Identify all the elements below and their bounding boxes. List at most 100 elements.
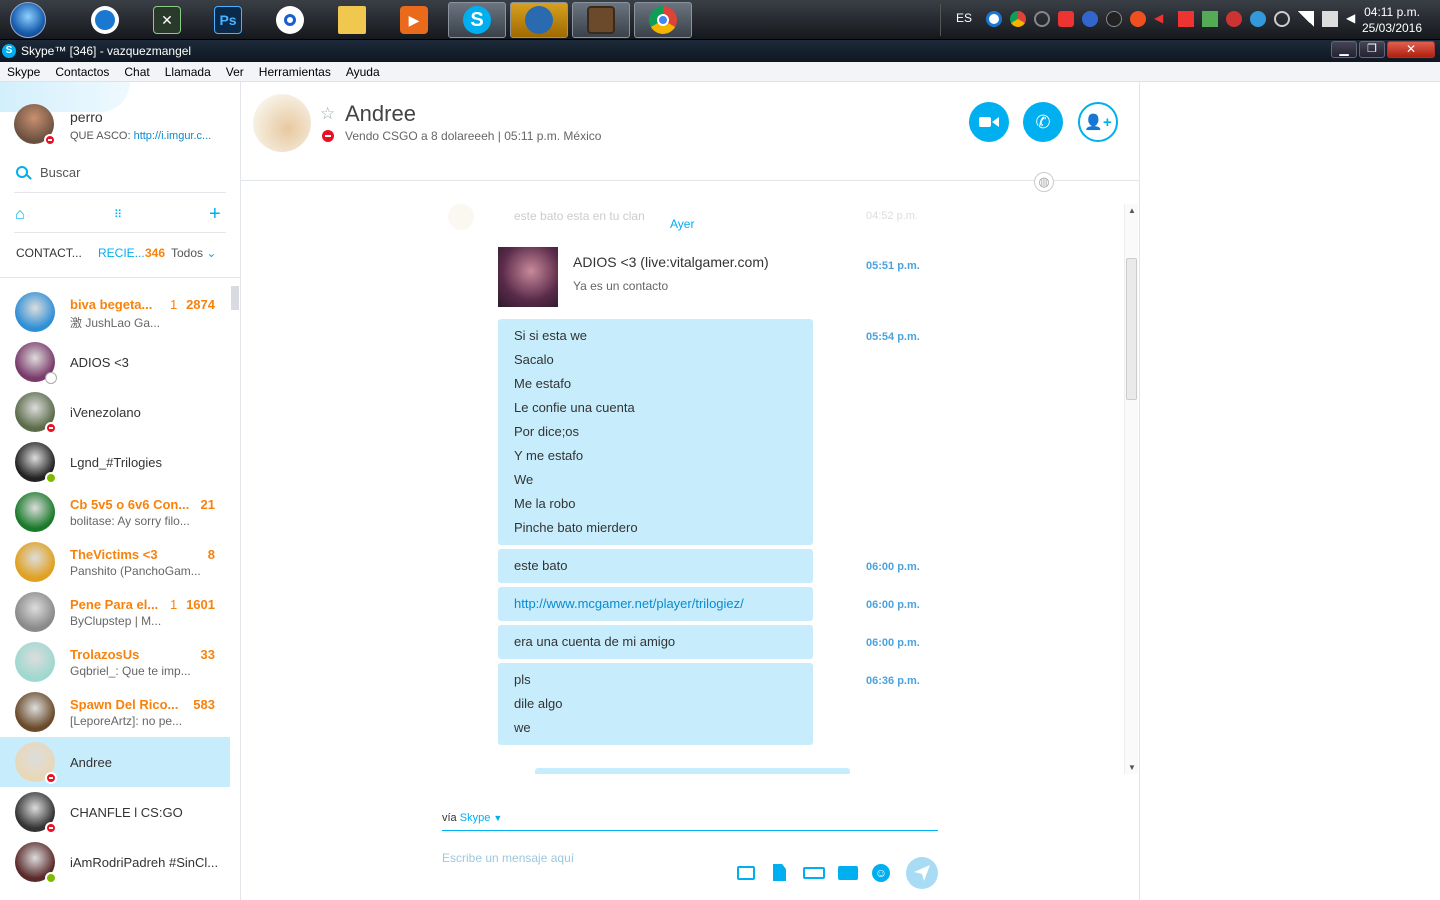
- video-message-icon[interactable]: [803, 867, 825, 879]
- folder-icon[interactable]: [322, 2, 382, 38]
- message-input[interactable]: Escribe un mensaje aquí: [442, 851, 574, 865]
- minimize-button[interactable]: ▁: [1331, 41, 1357, 58]
- menu-skype[interactable]: Skype: [0, 62, 48, 79]
- dialpad-icon[interactable]: ⠿: [114, 208, 122, 221]
- tray-icon-1[interactable]: [986, 11, 1002, 27]
- menu-herramientas[interactable]: Herramientas: [252, 62, 339, 79]
- contact-avatar: [15, 542, 55, 582]
- contact-item[interactable]: TheVictims <3 Panshito (PanchoGam... 8: [0, 537, 230, 587]
- signal-icon[interactable]: [1298, 11, 1314, 27]
- clock-date: 25/03/2016: [1361, 21, 1423, 35]
- contact-name: Cb 5v5 o 6v6 Con...: [70, 497, 190, 512]
- mood-link[interactable]: http://i.imgur.c...: [134, 130, 212, 142]
- photoshop-icon[interactable]: Ps: [198, 2, 258, 38]
- tab-contacts[interactable]: CONTACT...: [16, 246, 82, 260]
- restore-button[interactable]: ❐: [1359, 41, 1385, 58]
- tray-mute-icon[interactable]: ◀: [1154, 11, 1170, 27]
- close-button[interactable]: ✕: [1387, 41, 1435, 58]
- send-file-icon[interactable]: [773, 864, 786, 881]
- message-bubble[interactable]: Si si esta we Sacalo Me estafo Le confie un…: [498, 319, 813, 545]
- tray-icon-11[interactable]: [1226, 11, 1242, 27]
- scroll-thumb[interactable]: [1126, 258, 1137, 400]
- contact-item[interactable]: TrolazosUs Gqbriel_: Que te imp... 33: [0, 637, 230, 687]
- app-green-icon[interactable]: ✕: [137, 2, 197, 38]
- add-icon[interactable]: +: [209, 203, 221, 226]
- tray-icon-13[interactable]: [1274, 11, 1290, 27]
- status-grey-icon: [45, 372, 57, 384]
- message-bubble[interactable]: era una cuenta de mi amigo: [498, 625, 813, 659]
- clock[interactable]: 04:11 p.m. 25/03/2016: [1352, 4, 1432, 36]
- tray-icon-9[interactable]: [1178, 11, 1194, 27]
- profile-avatar[interactable]: [14, 104, 56, 146]
- compose-divider: [442, 830, 938, 831]
- contact-badge: 1: [170, 297, 178, 312]
- video-call-button[interactable]: [969, 102, 1009, 142]
- tray-chrome-icon[interactable]: [1010, 11, 1026, 27]
- media-player-icon[interactable]: ▶: [384, 2, 444, 38]
- send-contact-icon[interactable]: [838, 866, 858, 880]
- status-red-icon: [45, 422, 57, 434]
- profile-mood[interactable]: QUE ASCO: http://i.imgur.c...: [70, 130, 211, 142]
- home-icon[interactable]: ⌂: [15, 206, 25, 224]
- contact-item[interactable]: Lgnd_#Trilogies: [0, 437, 230, 487]
- message-link[interactable]: http://www.mcgamer.net/player/trilogiez/: [498, 592, 813, 616]
- contact-card-image[interactable]: [498, 247, 558, 307]
- contact-list-scrollbar[interactable]: [231, 286, 239, 310]
- chat-contact-name[interactable]: Andree: [345, 101, 416, 127]
- app-blue-icon[interactable]: [75, 2, 135, 38]
- menu-ayuda[interactable]: Ayuda: [339, 62, 388, 79]
- search-input[interactable]: Buscar: [40, 165, 80, 180]
- tray-icon-10[interactable]: [1202, 11, 1218, 27]
- emoticon-icon[interactable]: ☺: [872, 864, 890, 882]
- menu-contactos[interactable]: Contactos: [48, 62, 117, 79]
- scroll-down-icon[interactable]: ▼: [1128, 763, 1136, 772]
- contact-card-title[interactable]: ADIOS <3 (live:vitalgamer.com): [573, 254, 769, 270]
- filter-dropdown[interactable]: Todos ⌄: [171, 246, 216, 260]
- nav-divider: [14, 232, 226, 233]
- network-icon[interactable]: [1322, 11, 1338, 27]
- scroll-up-icon[interactable]: ▲: [1128, 206, 1136, 215]
- tray-icon-4[interactable]: [1058, 11, 1074, 27]
- via-selector[interactable]: vía Skype ▼: [442, 812, 502, 824]
- start-orb-icon[interactable]: [0, 2, 56, 38]
- menu-llamada[interactable]: Llamada: [158, 62, 219, 79]
- tab-recent[interactable]: RECIE...: [98, 246, 145, 260]
- favorite-star-icon[interactable]: ☆: [320, 104, 335, 124]
- app-orange-icon[interactable]: [510, 2, 568, 38]
- menu-ver[interactable]: Ver: [219, 62, 252, 79]
- contact-item[interactable]: ADIOS <3: [0, 337, 230, 387]
- contact-item[interactable]: iVenezolano: [0, 387, 230, 437]
- tray-icon-6[interactable]: [1106, 11, 1122, 27]
- message-bubble[interactable]: este bato: [498, 549, 813, 583]
- chat-scrollbar[interactable]: ▲ ▼: [1124, 204, 1138, 774]
- send-image-icon[interactable]: [737, 866, 755, 880]
- header-divider: [241, 180, 1139, 181]
- chat-contact-avatar[interactable]: [253, 94, 311, 152]
- contact-name: CHANFLE l CS:GO: [70, 805, 183, 820]
- chrome-icon[interactable]: [634, 2, 692, 38]
- menu-chat[interactable]: Chat: [117, 62, 157, 79]
- app-target-icon[interactable]: [260, 2, 320, 38]
- message-bubble[interactable]: pls dile algo we: [498, 663, 813, 745]
- contact-item[interactable]: biva begeta... 激 JushLao Ga... 1 2874: [0, 287, 230, 337]
- contact-item[interactable]: Spawn Del Rico... [LeporeArtz]: no pe... 5…: [0, 687, 230, 737]
- contact-item[interactable]: iAmRodriPadreh #SinCl...: [0, 837, 230, 887]
- voice-call-button[interactable]: ✆: [1023, 102, 1063, 142]
- skype-icon[interactable]: S: [448, 2, 506, 38]
- tray-icon-5[interactable]: [1082, 11, 1098, 27]
- tray-icon-12[interactable]: [1250, 11, 1266, 27]
- globe-icon[interactable]: ◍: [1034, 172, 1054, 192]
- contact-item[interactable]: Pene Para el... ByClupstep | M... 1 1601: [0, 587, 230, 637]
- tray-icon-3[interactable]: [1034, 11, 1050, 27]
- contact-item[interactable]: CHANFLE l CS:GO: [0, 787, 230, 837]
- via-service[interactable]: Skype: [460, 812, 491, 824]
- contact-item[interactable]: Andree: [0, 737, 230, 787]
- add-people-button[interactable]: 👤+: [1078, 102, 1118, 142]
- tray-alert-icon[interactable]: [1130, 11, 1146, 27]
- send-button[interactable]: [906, 857, 938, 889]
- minecraft-icon[interactable]: [572, 2, 630, 38]
- profile-name[interactable]: perro: [70, 109, 103, 125]
- message-bubble[interactable]: http://www.mcgamer.net/player/trilogiez/: [498, 587, 813, 621]
- language-indicator[interactable]: ES: [956, 11, 972, 25]
- contact-item[interactable]: Cb 5v5 o 6v6 Con... bolitase: Ay sorry fi…: [0, 487, 230, 537]
